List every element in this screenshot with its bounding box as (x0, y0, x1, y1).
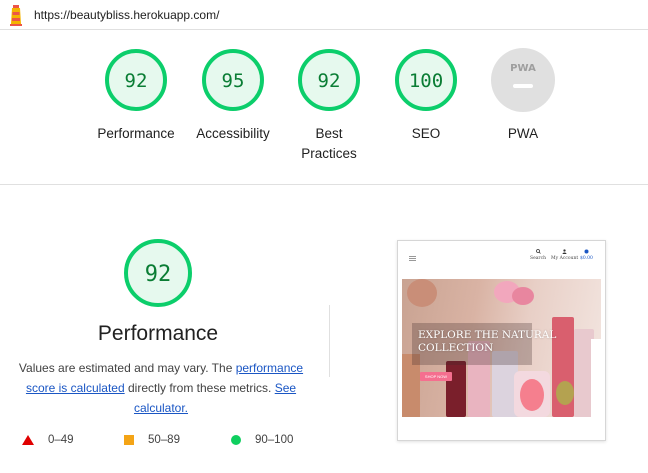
gauge-best-practices[interactable]: 92 Best Practices (274, 47, 384, 164)
gauge-performance-ring: 92 (105, 49, 167, 111)
flower-shape (407, 279, 437, 307)
gauge-seo-ring: 100 (395, 49, 457, 111)
orange-square-icon (124, 435, 134, 445)
site-search: Search (530, 249, 546, 261)
gauge-performance[interactable]: 92 Performance (81, 47, 191, 144)
site-search-label: Search (530, 256, 546, 261)
user-icon (562, 249, 567, 254)
flower-shape (512, 287, 534, 305)
lighthouse-icon (8, 4, 24, 26)
gauge-accessibility-label: Accessibility (196, 126, 270, 141)
red-triangle-icon (22, 435, 34, 445)
final-screenshot[interactable]: Search My Account $0.00 EXPLORE THE NATU… (397, 240, 606, 441)
gauge-seo-score: 100 (409, 70, 443, 92)
gauge-performance-score: 92 (125, 70, 148, 92)
legend-pass: 90–100 (231, 434, 293, 446)
gauge-performance-label: Performance (97, 126, 175, 141)
gauge-pwa[interactable]: PWA PWA (468, 47, 578, 144)
performance-gauge-ring: 92 (124, 239, 192, 307)
legend-pass-range: 90–100 (255, 434, 294, 446)
vertical-divider (329, 305, 330, 377)
shop-now-button: SHOP NOW (420, 372, 452, 381)
fruit-shape (556, 381, 574, 405)
description-text: Values are estimated and may vary. The (18, 361, 236, 375)
performance-score: 92 (145, 262, 172, 287)
performance-description: Values are estimated and may vary. The p… (14, 358, 308, 418)
gauge-seo[interactable]: 100 SEO (371, 47, 481, 144)
gauge-best-practices-score: 92 (318, 70, 341, 92)
gauge-accessibility-score: 95 (222, 70, 245, 92)
url-bar: https://beautybliss.herokuapp.com/ (0, 0, 648, 30)
score-legend: 0–49 50–89 90–100 (0, 434, 330, 452)
gauge-pwa-label: PWA (507, 126, 539, 141)
gauge-best-practices-label: Best Practices (301, 126, 357, 161)
site-account-label: My Account (551, 256, 579, 261)
hamburger-icon (409, 256, 416, 261)
legend-fail-range: 0–49 (48, 434, 74, 446)
hero-banner: EXPLORE THE NATURAL COLLECTION SHOP NOW (402, 279, 601, 417)
green-circle-icon (231, 435, 241, 445)
cart-icon (584, 249, 589, 254)
hero-heading: EXPLORE THE NATURAL COLLECTION (418, 329, 557, 354)
legend-fail: 0–49 (22, 434, 74, 446)
page-url[interactable]: https://beautybliss.herokuapp.com/ (34, 8, 219, 22)
bottle-shape (591, 339, 601, 417)
gauge-accessibility-ring: 95 (202, 49, 264, 111)
bottle-shape (520, 379, 544, 411)
performance-title: Performance (97, 322, 219, 345)
section-divider (0, 184, 648, 185)
pwa-badge-text: PWA (510, 63, 536, 74)
description-text-middle: directly from these metrics. (124, 381, 275, 395)
performance-gauge: 92 (122, 237, 194, 314)
gauge-best-practices-ring: 92 (298, 49, 360, 111)
legend-average: 50–89 (124, 434, 180, 446)
search-icon (535, 249, 541, 254)
gauge-seo-label: SEO (411, 126, 441, 141)
legend-average-range: 50–89 (148, 434, 180, 446)
site-account: My Account (551, 249, 578, 261)
site-cart-label: $0.00 (580, 256, 593, 261)
site-navbar: Search My Account $0.00 (398, 241, 605, 277)
pwa-icon: PWA (491, 48, 555, 112)
bottle-shape (446, 361, 466, 417)
gauge-accessibility[interactable]: 95 Accessibility (178, 47, 288, 144)
site-cart: $0.00 (580, 249, 593, 261)
